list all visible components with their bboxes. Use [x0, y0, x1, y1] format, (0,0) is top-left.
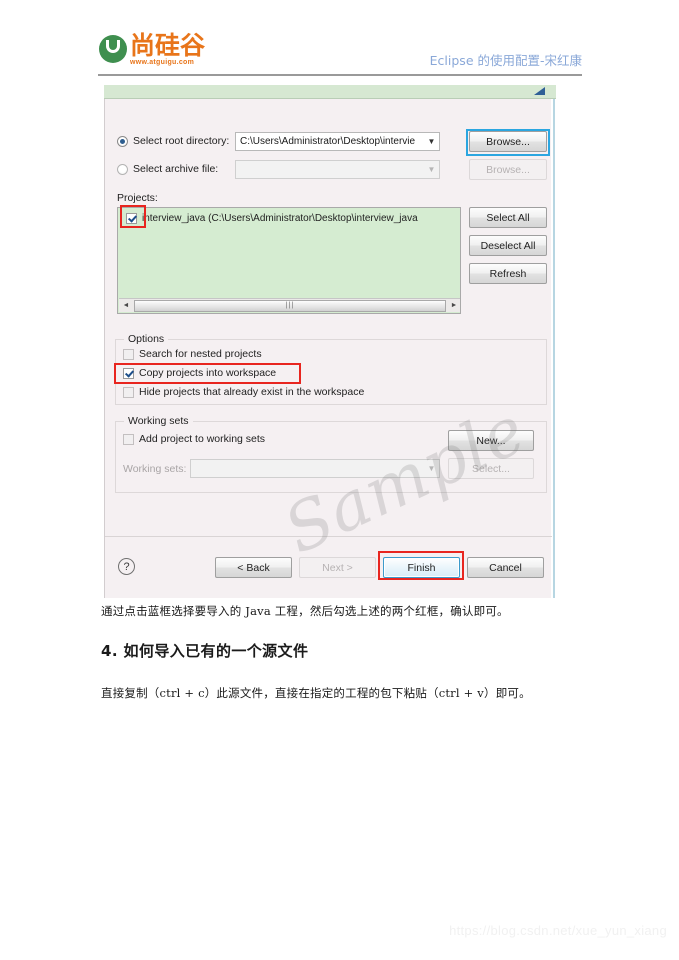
- select-archive-file-radio[interactable]: [117, 163, 128, 175]
- select-root-directory-label: Select root directory:: [133, 135, 230, 147]
- scroll-left-arrow-icon[interactable]: ◄: [119, 299, 133, 312]
- csdn-watermark: https://blog.csdn.net/xue_yun_xiang: [449, 923, 667, 938]
- select-all-button[interactable]: Select All: [469, 207, 547, 228]
- u-circle-icon: [99, 35, 127, 63]
- eclipse-import-dialog-screenshot: Select root directory: C:\Users\Administ…: [104, 85, 556, 598]
- option-copy-projects-row[interactable]: Copy projects into workspace: [123, 367, 276, 379]
- projects-list[interactable]: interview_java (C:\Users\Administrator\D…: [117, 207, 461, 314]
- select-archive-file-radio-row[interactable]: Select archive file:: [117, 163, 218, 175]
- logo-chinese-text: 尚硅谷: [130, 31, 206, 60]
- page-header-title: Eclipse 的使用配置-宋红康: [429, 53, 582, 68]
- logo-url-text: www.atguigu.com: [130, 59, 195, 66]
- cancel-button[interactable]: Cancel: [467, 557, 544, 578]
- options-group-title: Options: [124, 333, 169, 345]
- root-directory-combo[interactable]: C:\Users\Administrator\Desktop\intervie …: [235, 132, 440, 151]
- option-hide-projects-row[interactable]: Hide projects that already exist in the …: [123, 386, 364, 398]
- option-search-nested-row[interactable]: Search for nested projects: [123, 348, 262, 360]
- chevron-down-icon[interactable]: ▼: [424, 137, 439, 146]
- archive-file-combo: ▼: [235, 160, 440, 179]
- section-paragraph: 直接复制（ctrl + c）此源文件，直接在指定的工程的包下粘贴（ctrl + …: [101, 686, 531, 700]
- select-archive-file-label: Select archive file:: [133, 163, 219, 175]
- chevron-down-icon-disabled: ▼: [427, 164, 436, 174]
- select-root-directory-radio-row[interactable]: Select root directory:: [117, 135, 229, 147]
- search-nested-projects-label: Search for nested projects: [139, 348, 262, 360]
- scroll-right-arrow-icon[interactable]: ►: [447, 299, 460, 312]
- browse-archive-file-button: Browse...: [469, 159, 547, 180]
- copy-projects-checkbox[interactable]: [123, 367, 134, 379]
- project-item-label: interview_java (C:\Users\Administrator\D…: [142, 213, 418, 224]
- working-sets-group-title: Working sets: [124, 415, 193, 427]
- working-sets-combo: ▼: [190, 459, 440, 478]
- hide-existing-projects-label: Hide projects that already exist in the …: [139, 386, 365, 398]
- deselect-all-button[interactable]: Deselect All: [469, 235, 547, 256]
- projects-list-item[interactable]: interview_java (C:\Users\Administrator\D…: [126, 213, 418, 224]
- working-sets-field-label: Working sets:: [123, 463, 187, 475]
- help-icon[interactable]: ?: [118, 558, 135, 575]
- chevron-down-icon-working-sets: ▼: [427, 463, 436, 473]
- root-directory-value: C:\Users\Administrator\Desktop\intervie: [240, 136, 416, 147]
- add-to-working-sets-checkbox[interactable]: [123, 433, 134, 445]
- footer-divider: [105, 536, 552, 537]
- page-header: 尚硅谷 www.atguigu.com Eclipse 的使用配置-宋红康: [0, 0, 679, 80]
- finish-button[interactable]: Finish: [383, 557, 460, 578]
- select-root-directory-radio[interactable]: [117, 135, 128, 147]
- scroll-thumb[interactable]: |||: [134, 299, 446, 312]
- projects-horizontal-scrollbar[interactable]: ◄ ||| ►: [119, 298, 460, 312]
- logo-text: 尚硅谷 www.atguigu.com: [130, 33, 205, 66]
- dialog-body: Select root directory: C:\Users\Administ…: [104, 99, 552, 598]
- refresh-button[interactable]: Refresh: [469, 263, 547, 284]
- project-checkbox[interactable]: [126, 213, 137, 224]
- projects-label: Projects:: [117, 192, 158, 204]
- add-to-working-sets-row[interactable]: Add project to working sets: [123, 433, 265, 445]
- atguigu-logo: 尚硅谷 www.atguigu.com: [99, 33, 205, 66]
- dialog-banner-strip: [104, 85, 556, 99]
- copy-projects-label: Copy projects into workspace: [139, 367, 277, 379]
- header-divider: [98, 74, 582, 76]
- dialog-right-edge: [551, 99, 556, 598]
- add-to-working-sets-label: Add project to working sets: [139, 433, 266, 445]
- figure-caption: 通过点击蓝框选择要导入的 Java 工程，然后勾选上述的两个红框，确认即可。: [101, 604, 509, 618]
- select-working-set-button: Select...: [448, 458, 534, 479]
- hide-existing-projects-checkbox[interactable]: [123, 386, 134, 398]
- new-working-set-button[interactable]: New...: [448, 430, 534, 451]
- next-button: Next >: [299, 557, 376, 578]
- back-button[interactable]: < Back: [215, 557, 292, 578]
- import-arrow-icon: [534, 87, 545, 95]
- browse-root-directory-button[interactable]: Browse...: [469, 131, 547, 152]
- search-nested-projects-checkbox[interactable]: [123, 348, 134, 360]
- section-heading: 4. 如何导入已有的一个源文件: [101, 642, 309, 660]
